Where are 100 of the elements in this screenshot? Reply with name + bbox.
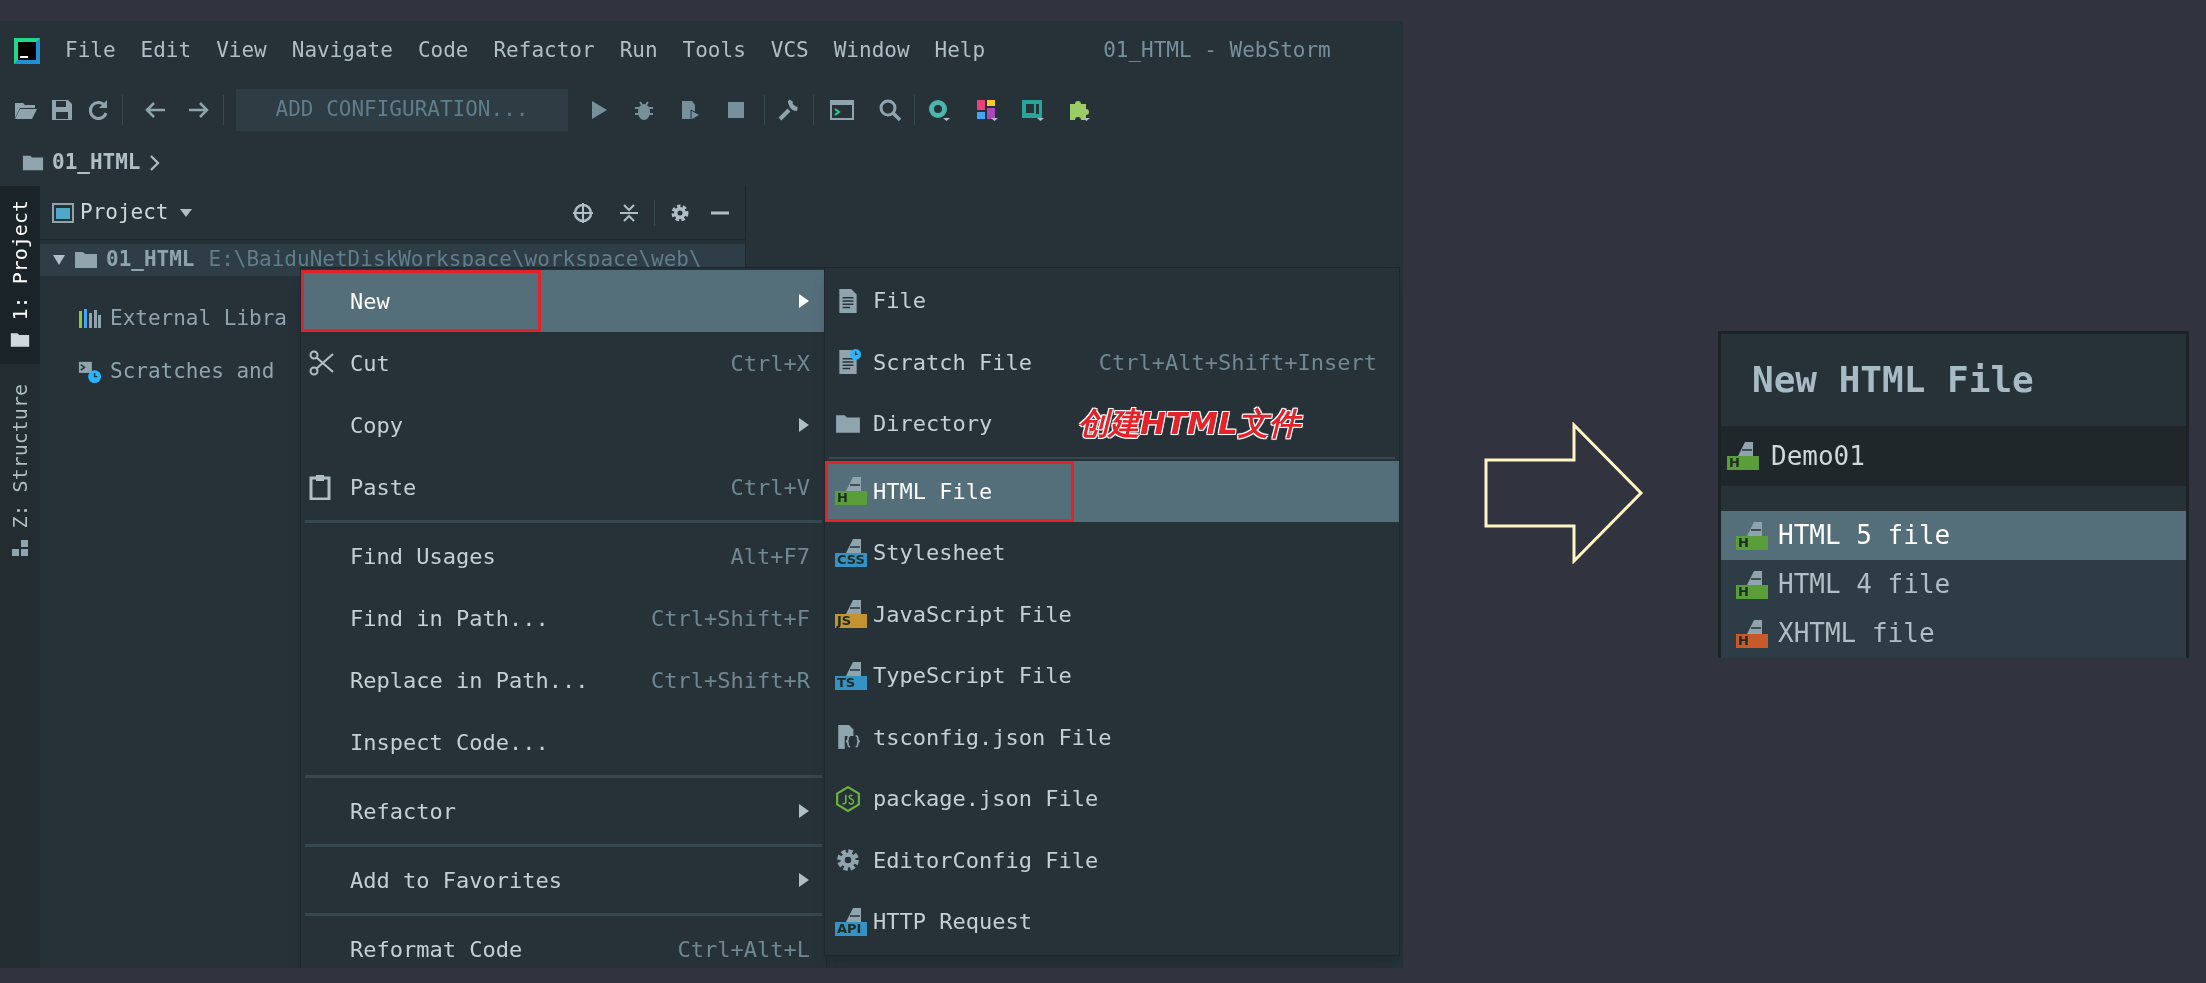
menu-item[interactable]: Tools xyxy=(682,34,746,67)
menu-item[interactable]: Scratch File Ctrl+Alt+Shift+Insert xyxy=(835,331,1377,393)
menu-item-label: Find in Path... xyxy=(350,604,549,633)
panel-window-icon xyxy=(52,202,74,223)
menu-item[interactable]: Paste Ctrl+V xyxy=(301,456,826,518)
menu-item-label: Find Usages xyxy=(350,542,496,571)
menu-item[interactable]: Navigate xyxy=(291,34,393,67)
shortcut-label: Ctrl+Alt+L xyxy=(677,935,810,964)
file-type-badge: TS xyxy=(835,675,867,690)
menu-item[interactable]: package.json File xyxy=(835,768,1099,830)
menu-item[interactable]: Window xyxy=(833,34,910,67)
hexagon-icon xyxy=(835,785,861,812)
chevron-right-icon xyxy=(148,154,161,172)
menu-item[interactable]: Copy xyxy=(301,394,826,456)
menu-item[interactable]: Refactor xyxy=(301,780,826,842)
menu-item[interactable]: File xyxy=(835,270,926,332)
shortcut-label: Ctrl+Shift+R xyxy=(651,666,810,695)
tree-row[interactable]: External Libra xyxy=(40,303,298,335)
shortcut-label: Ctrl+Alt+Shift+Insert xyxy=(1098,348,1377,377)
file-type-badge: API xyxy=(835,921,867,936)
collapse-icon[interactable] xyxy=(618,201,640,224)
menu-item-label: Scratch File xyxy=(873,348,1032,377)
menu-item-label: package.json File xyxy=(873,785,1099,814)
puzzle-plugin-icon[interactable] xyxy=(1067,98,1091,122)
menu-item[interactable]: Find Usages Alt+F7 xyxy=(301,525,826,587)
clipboard-icon xyxy=(309,474,331,500)
menu-item[interactable]: EditorConfig File xyxy=(835,829,1099,891)
menu-item[interactable]: TS TypeScript File xyxy=(835,645,1072,707)
menu-item-label: Paste xyxy=(350,473,417,502)
shortcut-label: Ctrl+Shift+F xyxy=(651,604,810,633)
menu-item[interactable]: Code xyxy=(417,34,469,67)
tree-item-label: Scratches and xyxy=(110,358,275,386)
menu-item[interactable]: Help xyxy=(934,34,986,67)
save-icon[interactable] xyxy=(50,98,74,122)
template-label: HTML 5 file xyxy=(1778,519,1951,552)
tool-window-tab[interactable]: Z: Structure xyxy=(0,370,40,571)
menu-item-label: File xyxy=(873,287,926,316)
terminal-icon[interactable] xyxy=(830,98,854,122)
menu-item[interactable]: VCS xyxy=(770,34,809,67)
tool-window-tab[interactable]: 1: Project xyxy=(0,186,40,365)
menu-item-label: New xyxy=(350,287,390,316)
file-type-badge: H xyxy=(1736,535,1768,550)
menu-item[interactable]: CSS Stylesheet xyxy=(835,522,1006,584)
menu-item[interactable]: Cut Ctrl+X xyxy=(301,332,826,394)
tree-item-label: 01_HTML xyxy=(106,246,195,274)
template-item[interactable]: H HTML 4 file xyxy=(1721,560,2186,609)
template-item[interactable]: H HTML 5 file xyxy=(1721,511,2186,560)
menu-item-label: Directory xyxy=(873,410,993,439)
file-type-badge: H xyxy=(835,491,867,506)
menu-item[interactable]: Directory xyxy=(835,393,993,455)
menu-item[interactable]: New xyxy=(301,270,826,332)
template-label: XHTML file xyxy=(1778,617,1935,650)
file-type-badge: H xyxy=(1727,456,1759,470)
menu-item[interactable]: Add to Favorites xyxy=(301,849,826,911)
chart-plugin-icon[interactable] xyxy=(1021,98,1045,122)
menu-item[interactable]: Find in Path... Ctrl+Shift+F xyxy=(301,587,826,649)
menu-item-label: TypeScript File xyxy=(873,662,1072,691)
panel-title[interactable]: Project xyxy=(80,196,169,229)
caret-icon xyxy=(178,207,193,218)
menu-item[interactable]: View xyxy=(216,34,267,67)
tree-item-label: External Libra xyxy=(110,305,287,333)
expanded-arrow-icon[interactable] xyxy=(52,254,66,266)
right-arrow-icon xyxy=(1484,422,1644,564)
menu-item[interactable]: Edit xyxy=(140,34,192,67)
menu-item[interactable]: H HTML File xyxy=(825,460,1399,522)
tree-row[interactable]: Scratches and xyxy=(40,356,298,388)
menu-item-label: Cut xyxy=(350,349,390,378)
shortcut-label: Ctrl+X xyxy=(730,349,810,378)
menu-item[interactable]: Inspect Code... xyxy=(301,711,826,773)
sync-icon[interactable] xyxy=(86,98,110,122)
menu-item[interactable]: Replace in Path... Ctrl+Shift+R xyxy=(301,649,826,711)
menu-item-label: JavaScript File xyxy=(873,600,1072,629)
menu-item[interactable]: Refactor xyxy=(493,34,595,67)
name-input-field[interactable]: H Demo01 xyxy=(1721,426,2186,486)
target-icon[interactable] xyxy=(572,201,594,224)
breadcrumb-item[interactable]: 01_HTML xyxy=(52,147,141,179)
template-item[interactable]: H XHTML file xyxy=(1721,609,2186,658)
menu-item[interactable]: File xyxy=(65,34,116,67)
library-icon xyxy=(78,307,102,331)
menu-item[interactable]: tsconfig.json File xyxy=(835,706,1112,768)
menu-item[interactable]: Reformat Code Ctrl+Alt+L xyxy=(301,918,826,968)
app-logo-icon xyxy=(14,37,40,64)
menu-item-label: Replace in Path... xyxy=(350,666,589,695)
menu-item[interactable]: JS JavaScript File xyxy=(835,583,1072,645)
file-type-badge: H xyxy=(1736,584,1768,599)
config-file-icon xyxy=(835,724,861,751)
template-label: HTML 4 file xyxy=(1778,568,1951,601)
menu-item-label: Stylesheet xyxy=(873,539,1006,568)
menu-item[interactable]: API HTTP Request xyxy=(835,891,1032,953)
file-type-badge: JS xyxy=(835,614,867,629)
shortcut-label: Alt+F7 xyxy=(730,542,810,571)
circle-plugin-icon[interactable] xyxy=(927,98,951,122)
menu-item-label: Add to Favorites xyxy=(350,866,562,895)
scissors-icon xyxy=(309,350,335,376)
dialog-title: New HTML File xyxy=(1752,358,2034,402)
menu-item-label: HTML File xyxy=(873,477,993,506)
tiles-plugin-icon[interactable] xyxy=(975,98,999,122)
search-icon[interactable] xyxy=(878,98,902,122)
menu-item[interactable]: Run xyxy=(619,34,658,67)
wrench-icon[interactable] xyxy=(777,98,801,122)
